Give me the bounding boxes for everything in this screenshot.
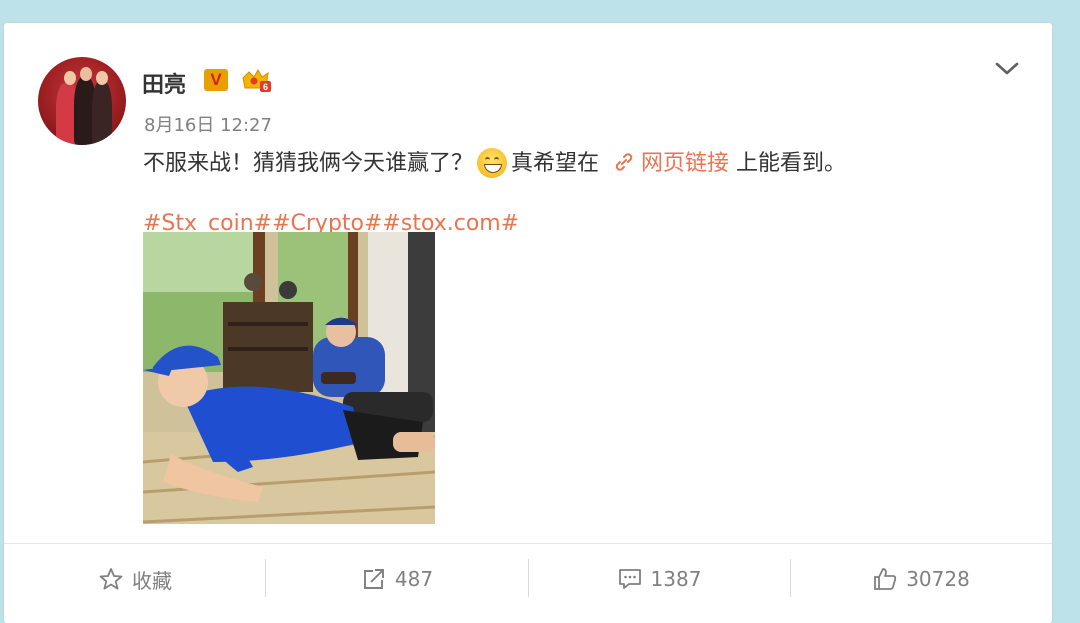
grinning-emoji-icon	[477, 148, 508, 178]
thumbs-up-icon	[874, 568, 897, 590]
post-text-part-1: 不服来战！猜猜我俩今天谁赢了？	[143, 151, 474, 176]
chevron-down-icon[interactable]	[994, 59, 1020, 79]
repost-count[interactable]: 487	[395, 567, 433, 591]
favorite-button[interactable]: 收藏	[4, 544, 266, 614]
share-icon	[363, 569, 384, 589]
like-button[interactable]: 30728	[790, 544, 1052, 614]
post-text-part-2: 真希望在	[511, 151, 600, 176]
post-timestamp[interactable]: 8月16日 12:27	[144, 111, 272, 137]
post-text: 不服来战！猜猜我俩今天谁赢了？ 真希望在 网页链接 上能看到。	[143, 147, 1023, 181]
link-icon	[615, 153, 633, 171]
web-link-label[interactable]: 网页链接	[641, 151, 729, 176]
comment-count[interactable]: 1387	[651, 567, 702, 591]
avatar[interactable]	[38, 57, 126, 145]
comment-button[interactable]: 1387	[528, 544, 790, 614]
username[interactable]: 田亮	[142, 67, 186, 99]
weibo-post-card: 田亮 V 6 8月16日 12:27 不服来战！猜猜我俩今天谁赢了？ 真希望在 网页…	[4, 23, 1052, 623]
like-count[interactable]: 30728	[906, 567, 970, 591]
comment-icon	[618, 569, 641, 589]
repost-button[interactable]: 487	[266, 544, 528, 614]
svg-text:6: 6	[263, 82, 268, 92]
verified-badge[interactable]: V	[204, 69, 228, 91]
post-photo[interactable]	[143, 232, 435, 524]
star-icon	[99, 568, 123, 590]
favorite-label[interactable]: 收藏	[132, 565, 172, 594]
post-text-part-3: 上能看到。	[736, 151, 847, 176]
web-link[interactable]: 网页链接	[613, 151, 729, 176]
post-action-bar: 收藏 487 1387 30728	[4, 543, 1052, 614]
vip-crown-icon[interactable]: 6	[240, 68, 272, 94]
